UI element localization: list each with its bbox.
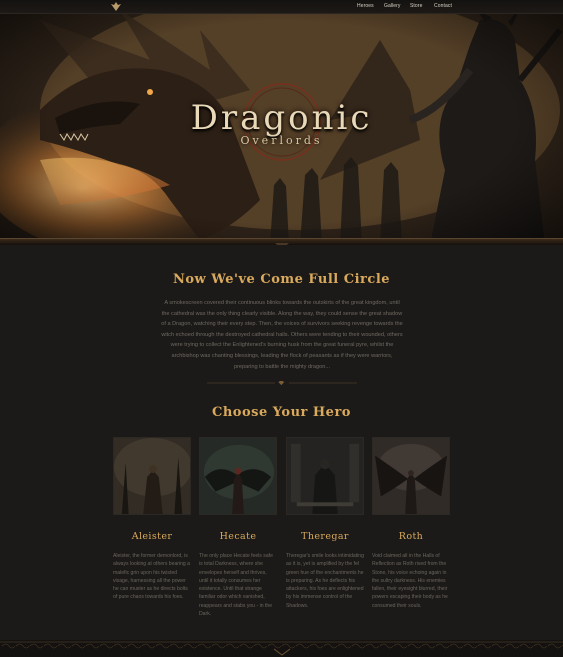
- footer-scroll-ornament: [113, 643, 128, 649]
- footer-scroll-ornament: [351, 643, 366, 649]
- footer-scroll-ornament: [337, 643, 352, 649]
- footer-scroll-ornament: [519, 643, 534, 649]
- footer-scroll-ornament: [365, 643, 380, 649]
- hero-bio: Aleister, the former demonlord, is alway…: [113, 553, 191, 601]
- footer-scroll-ornament: [435, 643, 450, 649]
- intro-paragraph: A smokescreen covered their continuous b…: [161, 300, 403, 370]
- hero-name: Theregar: [301, 531, 349, 542]
- footer-ornament-border: [0, 641, 563, 656]
- heroes-heading: Choose Your Hero: [212, 405, 351, 420]
- footer-scroll-ornament: [309, 643, 324, 649]
- hero-card-aleister[interactable]: Aleister Aleister, the former demonlord,…: [113, 437, 191, 600]
- nav-link-gallery[interactable]: Gallery: [384, 3, 401, 9]
- footer-scroll-ornament: [491, 643, 506, 649]
- footer-scroll-ornament: [155, 643, 170, 649]
- footer-scroll-ornament: [253, 643, 268, 649]
- footer-scroll-ornament: [99, 643, 114, 649]
- footer-scroll-ornament: [197, 643, 212, 649]
- footer-scroll-ornament: [379, 643, 394, 649]
- footer-scroll-ornament: [211, 643, 226, 649]
- hero-name: Hecate: [219, 531, 257, 542]
- footer-scroll-ornament: [547, 643, 562, 649]
- footer-scroll-ornament: [239, 643, 254, 649]
- hero-card-hecate[interactable]: Hecate The only place Hecate feels safe …: [199, 437, 277, 617]
- footer-scroll-ornament: [295, 643, 310, 649]
- footer-scroll-ornament: [393, 643, 408, 649]
- footer-scroll-ornament: [463, 643, 478, 649]
- hero-bio: The only place Hecate feels safe is tota…: [199, 553, 273, 618]
- hero-banner: Dragonic Overlords: [0, 0, 563, 245]
- footer-scroll-ornament: [43, 643, 58, 649]
- footer-scroll-ornament: [127, 643, 142, 649]
- footer-scroll-ornament: [505, 643, 520, 649]
- footer-scroll-ornament: [323, 643, 338, 649]
- footer-scroll-ornament: [421, 643, 436, 649]
- nav-link-heroes[interactable]: Heroes: [357, 3, 374, 9]
- footer-scroll-ornament: [57, 643, 72, 649]
- hero-portrait-roth[interactable]: [372, 437, 450, 515]
- footer-scroll-ornament: [1, 643, 16, 649]
- hero-name: Aleister: [131, 531, 173, 542]
- footer-scroll-ornament: [267, 643, 282, 649]
- nav-link-store[interactable]: Store: [410, 3, 422, 9]
- nav-link-contact[interactable]: Contact: [434, 3, 452, 9]
- footer-scroll-ornament: [225, 643, 240, 649]
- hero-name: Roth: [398, 531, 424, 542]
- footer-scroll-ornament: [407, 643, 422, 649]
- footer-scroll-ornament: [85, 643, 100, 649]
- hero-portrait-hecate[interactable]: [199, 437, 277, 515]
- footer-scroll-ornament: [71, 643, 86, 649]
- game-subtitle: Overlords: [240, 134, 323, 147]
- hero-bio: Theregar's smile looks intimidating as i…: [286, 553, 364, 609]
- footer-scroll-ornament: [281, 643, 296, 649]
- footer-scroll-ornament: [29, 643, 44, 649]
- main-nav: Heroes Gallery Store Contact: [0, 3, 563, 12]
- hero-portrait-theregar[interactable]: [286, 437, 364, 515]
- footer-scroll-ornament: [477, 643, 492, 649]
- footer-scroll-ornament: [169, 643, 184, 649]
- game-title: Dragonic: [190, 98, 373, 138]
- top-navigation-bar: Heroes Gallery Store Contact: [0, 0, 563, 14]
- hero-notch-icon: [275, 243, 289, 245]
- hero-portrait-aleister[interactable]: [113, 437, 191, 515]
- footer-scroll-ornament: [15, 643, 30, 649]
- hero-card-roth[interactable]: Roth Void claimed all in the Halls of Re…: [372, 437, 450, 609]
- footer-scroll-ornament: [141, 643, 156, 649]
- footer-scroll-ornament: [533, 643, 548, 649]
- footer-scroll-ornament: [183, 643, 198, 649]
- footer-scroll-ornament: [449, 643, 464, 649]
- ornament-divider-icon: [207, 381, 357, 385]
- intro-heading: Now We've Come Full Circle: [172, 272, 391, 287]
- hero-bio: Void claimed all in the Halls of Reflect…: [372, 553, 448, 609]
- hero-card-theregar[interactable]: Theregar Theregar's smile looks intimida…: [286, 437, 364, 609]
